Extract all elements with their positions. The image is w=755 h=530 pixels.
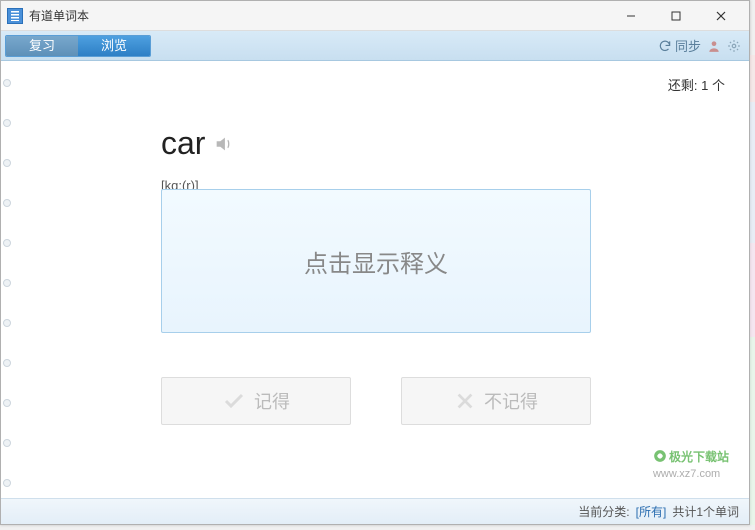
remaining-count: 1 个 [701,78,725,93]
watermark-url: www.xz7.com [653,468,720,480]
toolbar-right: 同步 [658,36,741,55]
tab-review[interactable]: 复习 [6,36,78,56]
category-label: 当前分类: [578,503,629,520]
total-count: 共计1个单词 [672,503,739,520]
remaining-label: 还剩: [668,78,698,93]
background-decoration [750,55,755,525]
window-controls [608,2,743,30]
watermark: 极光下载站 www.xz7.com [653,448,729,481]
minimize-button[interactable] [608,2,653,30]
cross-icon [454,390,476,412]
category-value[interactable]: [所有] [636,503,667,520]
status-bar: 当前分类: [所有] 共计1个单词 [1,498,749,524]
mode-tabs: 复习 浏览 [5,35,151,57]
remember-button[interactable]: 记得 [161,377,351,425]
window-title: 有道单词本 [29,7,89,24]
speaker-icon[interactable] [213,133,235,155]
show-definition-label: 点击显示释义 [304,244,448,279]
check-icon [222,389,246,413]
settings-icon[interactable] [727,39,741,53]
remaining-counter: 还剩: 1 个 [668,75,725,94]
notebook-spiral [1,61,15,498]
answer-buttons: 记得 不记得 [161,377,591,425]
app-icon [7,8,23,24]
toolbar: 复习 浏览 同步 [1,31,749,61]
close-button[interactable] [698,2,743,30]
content-area: 还剩: 1 个 car [kɑ:(r)] 点击显示释义 记得 不记得 [1,61,749,498]
remember-label: 记得 [254,388,290,414]
watermark-logo: 极光下载站 [653,448,729,465]
word-area: car [kɑ:(r)] [161,125,235,193]
tab-browse[interactable]: 浏览 [78,36,150,56]
sync-label: 同步 [675,36,701,55]
show-definition-button[interactable]: 点击显示释义 [161,189,591,333]
maximize-button[interactable] [653,2,698,30]
title-bar: 有道单词本 [1,1,749,31]
account-icon[interactable] [707,39,721,53]
forget-label: 不记得 [484,388,538,414]
sync-button[interactable]: 同步 [658,36,701,55]
app-window: 有道单词本 复习 浏览 同步 [0,0,750,525]
word-text: car [161,125,205,162]
forget-button[interactable]: 不记得 [401,377,591,425]
